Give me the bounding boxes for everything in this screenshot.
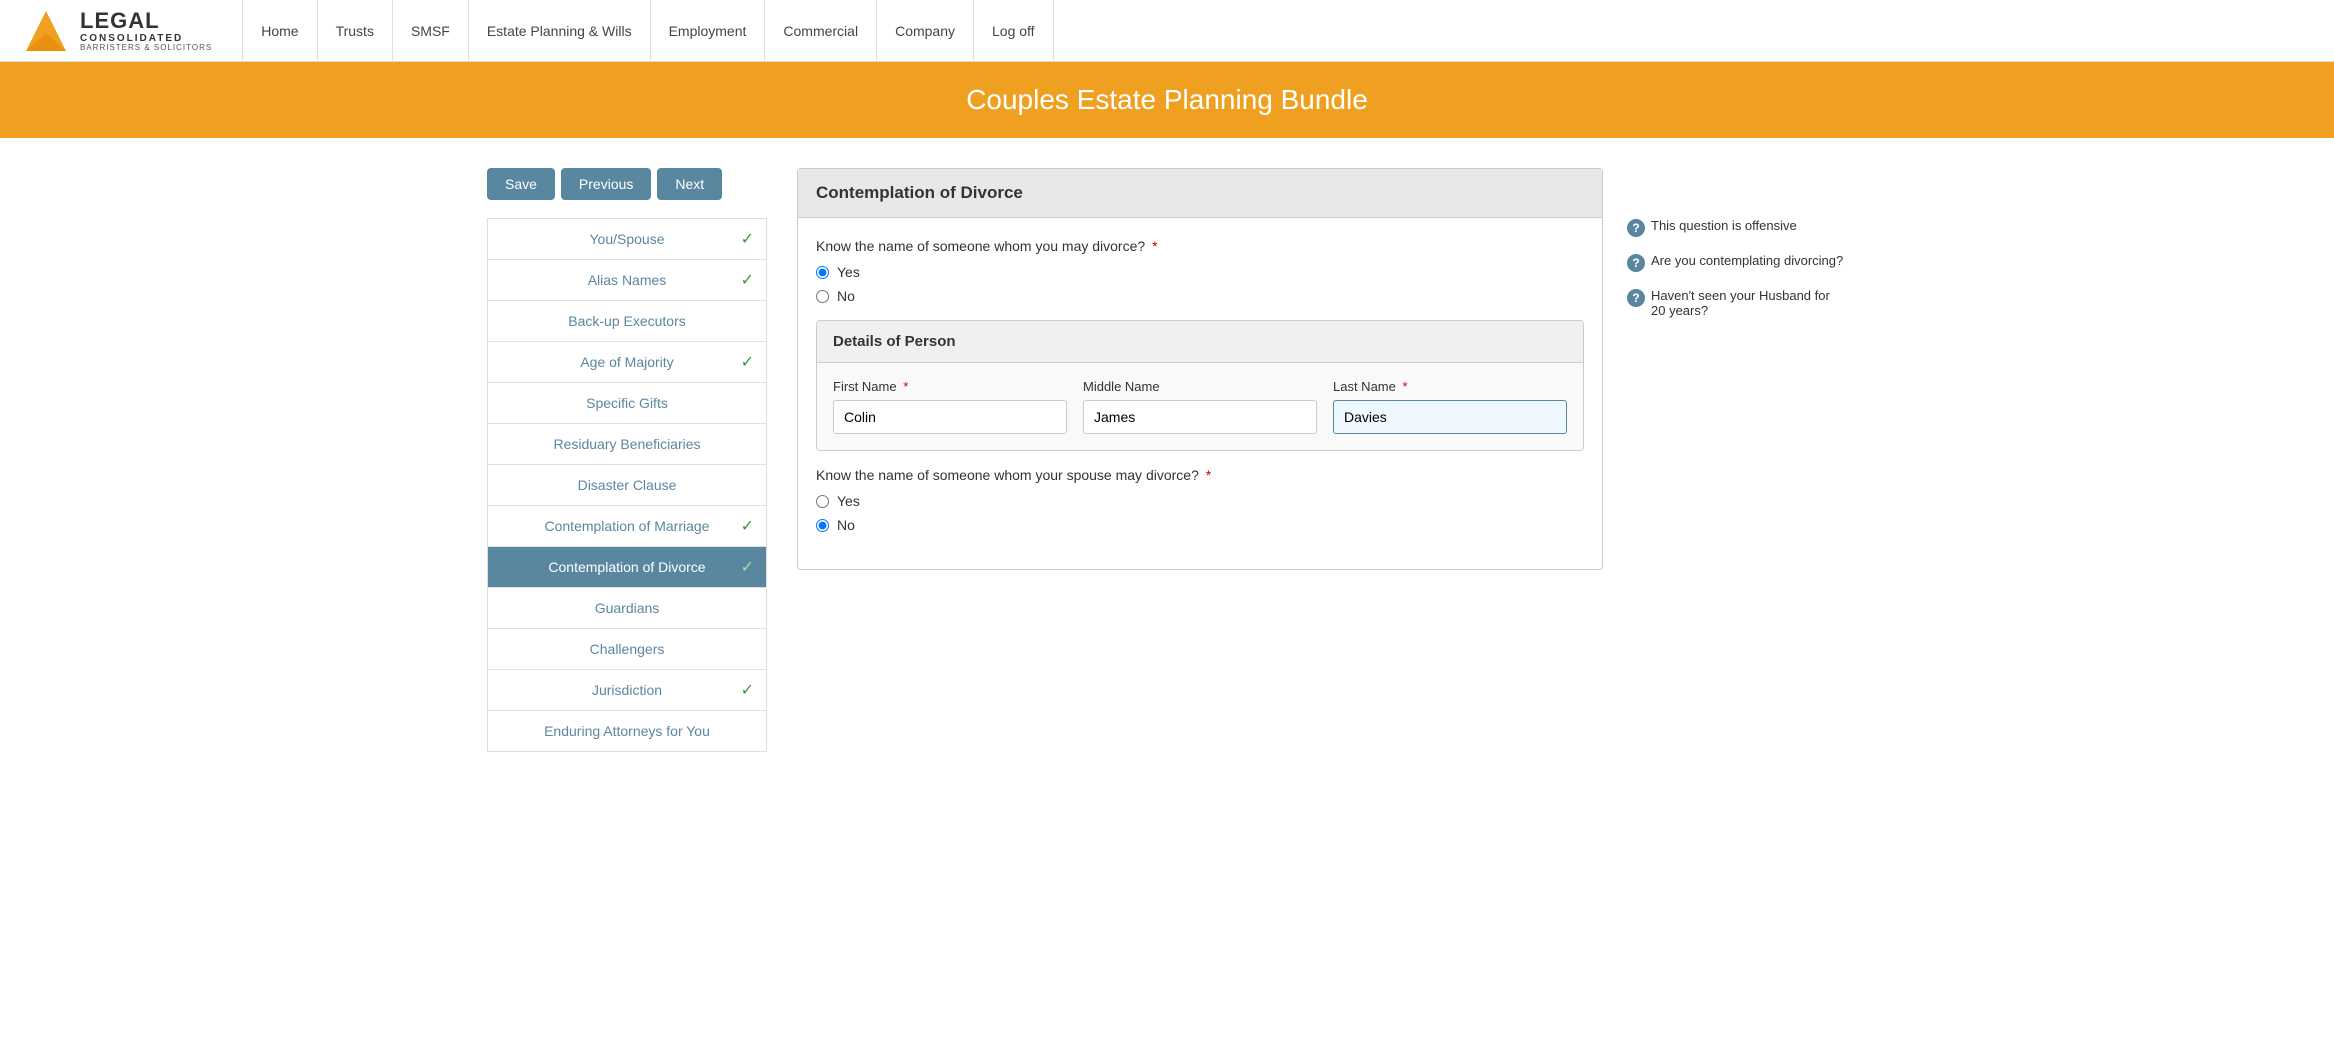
help-item-contemplating: ? Are you contemplating divorcing? <box>1627 253 1847 272</box>
question2-yes-option[interactable]: Yes <box>816 493 1584 509</box>
nav-commercial[interactable]: Commercial <box>765 0 877 62</box>
logo-legal-text: LEGAL <box>80 9 212 33</box>
first-name-label: First Name * <box>833 379 1067 394</box>
sidebar-item-specific-gifts[interactable]: Specific Gifts <box>488 383 766 424</box>
question2-no-option[interactable]: No <box>816 517 1584 533</box>
question2-row: Know the name of someone whom your spous… <box>816 467 1584 533</box>
logo-sub-text: BARRISTERS & SOLICITORS <box>80 44 212 53</box>
details-subsection-header: Details of Person <box>817 321 1583 363</box>
sidebar-item-jurisdiction[interactable]: Jurisdiction ✓ <box>488 670 766 711</box>
sidebar-item-you-spouse[interactable]: You/Spouse ✓ <box>488 219 766 260</box>
check-icon-contemplation-of-divorce: ✓ <box>741 557 754 577</box>
middle-name-label: Middle Name <box>1083 379 1317 394</box>
sidebar-item-contemplation-of-divorce[interactable]: Contemplation of Divorce ✓ <box>488 547 766 588</box>
navbar: LEGAL CONSOLIDATED BARRISTERS & SOLICITO… <box>0 0 2334 62</box>
logo: LEGAL CONSOLIDATED BARRISTERS & SOLICITO… <box>20 5 212 57</box>
required-star-ln: * <box>1403 379 1408 394</box>
page-title: Couples Estate Planning Bundle <box>966 84 1368 115</box>
sidebar-item-alias-names[interactable]: Alias Names ✓ <box>488 260 766 301</box>
header-banner: Couples Estate Planning Bundle <box>0 62 2334 138</box>
contemplation-of-divorce-section: Contemplation of Divorce Know the name o… <box>797 168 1603 570</box>
sidebar-item-challengers[interactable]: Challengers <box>488 629 766 670</box>
last-name-label: Last Name * <box>1333 379 1567 394</box>
details-subsection-body: First Name * Middle Name <box>817 363 1583 450</box>
question2-label: Know the name of someone whom your spous… <box>816 467 1584 483</box>
check-icon-contemplation-of-marriage: ✓ <box>741 516 754 536</box>
sidebar-item-disaster-clause[interactable]: Disaster Clause <box>488 465 766 506</box>
question2-yes-radio[interactable] <box>816 495 829 508</box>
question1-yes-radio[interactable] <box>816 266 829 279</box>
nav-logoff[interactable]: Log off <box>974 0 1054 62</box>
right-panel: ? This question is offensive ? Are you c… <box>1627 168 1847 752</box>
question1-yes-option[interactable]: Yes <box>816 264 1584 280</box>
logo-icon <box>20 5 72 57</box>
help-icon-offensive: ? <box>1627 219 1645 237</box>
first-name-input[interactable] <box>833 400 1067 434</box>
sidebar-item-contemplation-of-marriage[interactable]: Contemplation of Marriage ✓ <box>488 506 766 547</box>
first-name-group: First Name * <box>833 379 1067 434</box>
check-icon-jurisdiction: ✓ <box>741 680 754 700</box>
question1-no-radio[interactable] <box>816 290 829 303</box>
section-body: Know the name of someone whom you may di… <box>798 218 1602 569</box>
required-star-fn: * <box>903 379 908 394</box>
help-icon-contemplating: ? <box>1627 254 1645 272</box>
question1-label: Know the name of someone whom you may di… <box>816 238 1584 254</box>
last-name-input[interactable] <box>1333 400 1567 434</box>
main-container: Save Previous Next You/Spouse ✓ Alias Na… <box>467 138 1867 772</box>
nav-home[interactable]: Home <box>242 0 317 62</box>
previous-button[interactable]: Previous <box>561 168 651 200</box>
sidebar: Save Previous Next You/Spouse ✓ Alias Na… <box>487 168 767 752</box>
question1-row: Know the name of someone whom you may di… <box>816 238 1584 304</box>
next-button[interactable]: Next <box>657 168 722 200</box>
nav-employment[interactable]: Employment <box>651 0 766 62</box>
help-icon-husband: ? <box>1627 289 1645 307</box>
question2-no-radio[interactable] <box>816 519 829 532</box>
nav-company[interactable]: Company <box>877 0 974 62</box>
required-star-1: * <box>1152 238 1157 254</box>
help-item-husband: ? Haven't seen your Husband for 20 years… <box>1627 288 1847 318</box>
nav-links: Home Trusts SMSF Estate Planning & Wills… <box>242 0 1053 62</box>
name-fields-row: First Name * Middle Name <box>833 379 1567 434</box>
required-star-2: * <box>1206 467 1211 483</box>
sidebar-nav: You/Spouse ✓ Alias Names ✓ Back-up Execu… <box>487 218 767 752</box>
section-header: Contemplation of Divorce <box>798 169 1602 218</box>
sidebar-item-back-up-executors[interactable]: Back-up Executors <box>488 301 766 342</box>
save-button[interactable]: Save <box>487 168 555 200</box>
nav-trusts[interactable]: Trusts <box>318 0 393 62</box>
question1-no-option[interactable]: No <box>816 288 1584 304</box>
action-buttons: Save Previous Next <box>487 168 767 200</box>
check-icon-you-spouse: ✓ <box>741 229 754 249</box>
nav-estate-planning[interactable]: Estate Planning & Wills <box>469 0 651 62</box>
content-area: Contemplation of Divorce Know the name o… <box>797 168 1603 752</box>
sidebar-item-residuary-beneficiaries[interactable]: Residuary Beneficiaries <box>488 424 766 465</box>
check-icon-alias-names: ✓ <box>741 270 754 290</box>
last-name-group: Last Name * <box>1333 379 1567 434</box>
middle-name-group: Middle Name <box>1083 379 1317 434</box>
help-item-offensive: ? This question is offensive <box>1627 218 1847 237</box>
sidebar-item-enduring-attorneys[interactable]: Enduring Attorneys for You <box>488 711 766 751</box>
sidebar-item-age-of-majority[interactable]: Age of Majority ✓ <box>488 342 766 383</box>
nav-smsf[interactable]: SMSF <box>393 0 469 62</box>
middle-name-input[interactable] <box>1083 400 1317 434</box>
details-subsection: Details of Person First Name * <box>816 320 1584 451</box>
check-icon-age-of-majority: ✓ <box>741 352 754 372</box>
sidebar-item-guardians[interactable]: Guardians <box>488 588 766 629</box>
